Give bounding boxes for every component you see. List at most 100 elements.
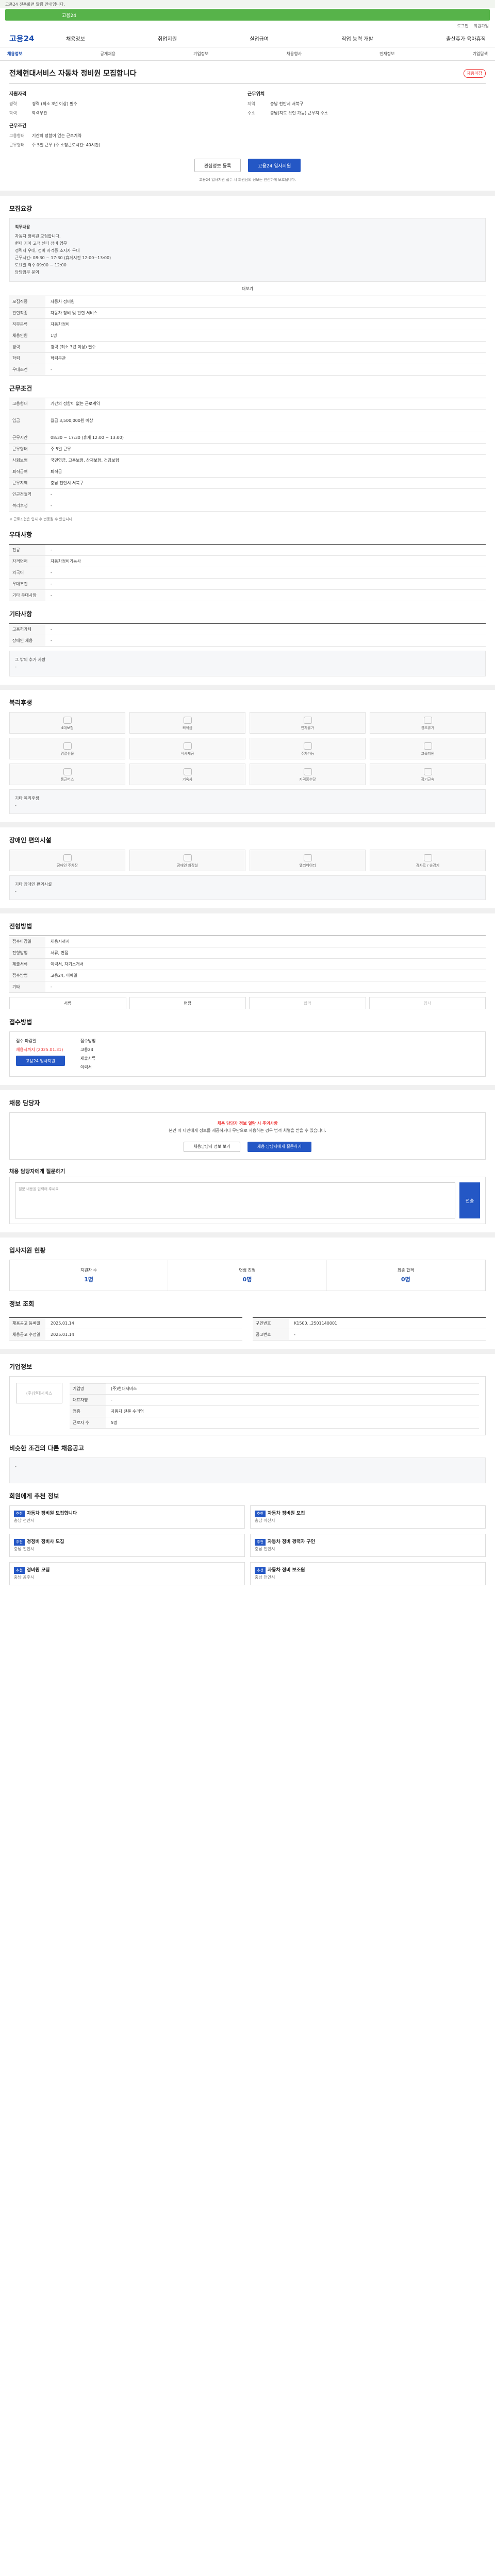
row-value: 5명 xyxy=(111,1420,118,1425)
recommend-card[interactable]: 추천 자동차 정비원 모집 충남 아산시 xyxy=(250,1505,486,1529)
more-button[interactable]: 더보기 xyxy=(9,286,486,292)
welfare-grid: 4대보험 퇴직금 연차휴가 경조휴가 명절선물 식사제공 주차가능 교육지원 통… xyxy=(9,712,486,785)
recommend-card[interactable]: 추천 자동차 정비 보조원 충남 천안시 xyxy=(250,1562,486,1585)
gnb-item[interactable]: 취업지원 xyxy=(158,35,177,42)
row-value: - xyxy=(51,593,52,598)
welfare-label: 주차가능 xyxy=(301,752,315,756)
disability-other-value: - xyxy=(15,889,16,894)
card-meta: 충남 천안시 xyxy=(255,1547,275,1551)
tab-item[interactable]: 공개채용 xyxy=(101,51,116,57)
row-key: 채용인원 xyxy=(9,330,45,341)
facility-icon xyxy=(303,854,312,861)
tab-item[interactable]: 기업탐색 xyxy=(473,51,488,57)
row-key: 전공 xyxy=(9,545,45,555)
section-title: 모집요강 xyxy=(9,205,32,212)
table-row: 고용허가제 - xyxy=(9,624,486,635)
welfare-label: 식사제공 xyxy=(180,752,194,756)
recommend-card[interactable]: 추천 자동차 정비원 모집합니다 충남 천안시 xyxy=(9,1505,245,1529)
summary-left: 지원자격 경력 경력 (최소 3년 이상) 필수 학력 학력무관 근무조건 고용형태… xyxy=(9,90,248,151)
row-key: 근로자 수 xyxy=(70,1417,106,1428)
contact-notice-body: 본인 외 타인에게 정보를 제공하거나 무단으로 사용하는 경우 법적 처벌을 … xyxy=(169,1128,326,1133)
etc-section: 기타사항 고용허가제 - 장애인 채용 - 그 밖의 추가 사항 - xyxy=(0,609,495,676)
apply-button[interactable]: 고용24 입사지원 xyxy=(248,159,301,172)
jobdesc-line: 자동차 정비원 모집합니다. xyxy=(15,234,61,239)
etc-box: 그 밖의 추가 사항 - xyxy=(9,651,486,676)
row-value: - xyxy=(51,627,52,632)
card-meta: 충남 천안시 xyxy=(14,1518,35,1523)
row-key: 접수방법 xyxy=(9,970,45,981)
summary-value: 충남(지도 확인 가능) 근무지 주소 xyxy=(270,111,328,115)
table-row: 관련직종 자동차 정비 및 관련 서비스 xyxy=(9,308,486,319)
section-title: 전형방법 xyxy=(9,923,32,930)
welfare-item: 기숙사 xyxy=(129,764,245,785)
row-value: - xyxy=(294,1332,295,1337)
interest-button[interactable]: 관심정보 등록 xyxy=(194,159,241,172)
gnb-item[interactable]: 직업 능력 개발 xyxy=(341,35,373,42)
facility-icon xyxy=(183,854,192,861)
welfare-item: 명절선물 xyxy=(9,738,125,759)
tab-item[interactable]: 채용행사 xyxy=(287,51,302,57)
summary-value: 기간의 정함이 없는 근로계약 xyxy=(32,133,81,138)
recommend-card[interactable]: 추천 경정비 정비사 모집 충남 천안시 xyxy=(9,1534,245,1557)
row-key: 기타 xyxy=(9,981,45,992)
facility-icon xyxy=(423,854,432,861)
similar-section: 비슷한 조건의 다른 채용공고 - xyxy=(0,1444,495,1483)
contact-question-button[interactable]: 채용 담당자에게 질문하기 xyxy=(247,1142,311,1152)
contact-notice: 채용 담당자 정보 열람 시 주의사항 본인 외 타인에게 정보를 제공하거나 … xyxy=(9,1112,486,1160)
apply-submit-button[interactable]: 고용24 입사지원 xyxy=(16,1056,65,1066)
detail-section: 모집요강 직무내용 자동차 정비원 모집합니다. 현대 기아 고객 센터 정비 … xyxy=(0,204,495,376)
section-title: 정보 조회 xyxy=(9,1300,35,1308)
table-row: 직무분류 자동차정비 xyxy=(9,319,486,330)
welfare-label: 4대보험 xyxy=(61,726,74,730)
tab-item[interactable]: 채용정보 xyxy=(7,51,22,57)
table-row: 업종 자동차 전문 수리업 xyxy=(70,1406,479,1417)
section-title: 복리후생 xyxy=(9,699,32,706)
top-banner[interactable]: 고용24 xyxy=(5,9,490,21)
row-value: 고용24, 이메일 xyxy=(51,973,78,978)
card-tag: 추천 xyxy=(14,1567,25,1574)
section-divider xyxy=(0,908,495,913)
section-title: 채용 담당자 xyxy=(9,1099,40,1107)
section-title: 우대사항 xyxy=(9,531,32,538)
tab-item[interactable]: 인재정보 xyxy=(380,51,394,57)
stat-label: 최종 합격 xyxy=(397,1268,414,1273)
login-link[interactable]: 로그인 xyxy=(457,24,468,28)
stat-value: 1명 xyxy=(84,1276,94,1283)
tab-item[interactable]: 기업정보 xyxy=(193,51,208,57)
recommend-card[interactable]: 추천 정비원 모집 충남 공주시 xyxy=(9,1562,245,1585)
row-key: 모집직종 xyxy=(9,296,45,307)
card-title: 자동차 정비 보조원 xyxy=(267,1568,305,1573)
welfare-label: 명절선물 xyxy=(60,752,74,756)
process-step: 면접 xyxy=(129,997,246,1009)
site-logo[interactable]: 고용24 xyxy=(9,33,66,44)
row-key: 복리후생 xyxy=(9,500,45,511)
recommend-card[interactable]: 추천 자동차 정비 경력자 구인 충남 천안시 xyxy=(250,1534,486,1557)
signup-link[interactable]: 회원가입 xyxy=(474,24,489,28)
facility-item: 엘리베이터 xyxy=(250,850,366,871)
welfare-other-heading: 기타 복리후생 xyxy=(15,796,39,801)
summary-row: 경력 경력 (최소 3년 이상) 필수 xyxy=(9,101,248,107)
apply-deadline-label: 접수 마감일 xyxy=(16,1039,37,1043)
row-key: 근무시간 xyxy=(9,432,45,443)
row-value: 월급 3,500,000원 이상 xyxy=(51,418,93,423)
question-textarea[interactable]: 질문 내용을 입력해 주세요. xyxy=(15,1182,455,1218)
row-value: - xyxy=(51,985,52,989)
row-key: 자격면허 xyxy=(9,556,45,567)
global-nav: 고용24 채용정보 취업지원 실업급여 직업 능력 개발 출산휴가·육아휴직 xyxy=(0,30,495,47)
company-table: 기업명 (주)현대서비스 대표자명 - 업종 자동차 전문 수리업 근로자 수 5명 xyxy=(70,1383,479,1429)
welfare-icon xyxy=(63,717,72,724)
gnb-item[interactable]: 실업급여 xyxy=(250,35,269,42)
section-title: 기업정보 xyxy=(9,1363,32,1370)
table-row: 임금 월급 3,500,000원 이상 xyxy=(9,410,486,432)
gnb-item[interactable]: 출산휴가·육아휴직 xyxy=(446,35,486,42)
status-section: 입사지원 현황 지원자 수 1명 면접 진행 0명 최종 합격 0명 xyxy=(0,1246,495,1291)
question-submit-button[interactable]: 전송 xyxy=(459,1182,480,1218)
recommend-section: 회원에게 추천 정보 추천 자동차 정비원 모집합니다 충남 천안시 추천 자동차 정… xyxy=(0,1492,495,1585)
table-row: 채용공고 수정일 2025.01.14 xyxy=(9,1329,242,1341)
contact-info-button[interactable]: 채용담당자 정보 보기 xyxy=(184,1142,240,1152)
card-title: 자동차 정비 경력자 구인 xyxy=(267,1539,316,1545)
summary-key: 경력 xyxy=(9,101,17,106)
card-meta: 충남 천안시 xyxy=(255,1575,275,1580)
info-table-right: 구인번호 K1500...2501140001 공고번호 - xyxy=(253,1317,486,1341)
gnb-item[interactable]: 채용정보 xyxy=(66,35,85,42)
